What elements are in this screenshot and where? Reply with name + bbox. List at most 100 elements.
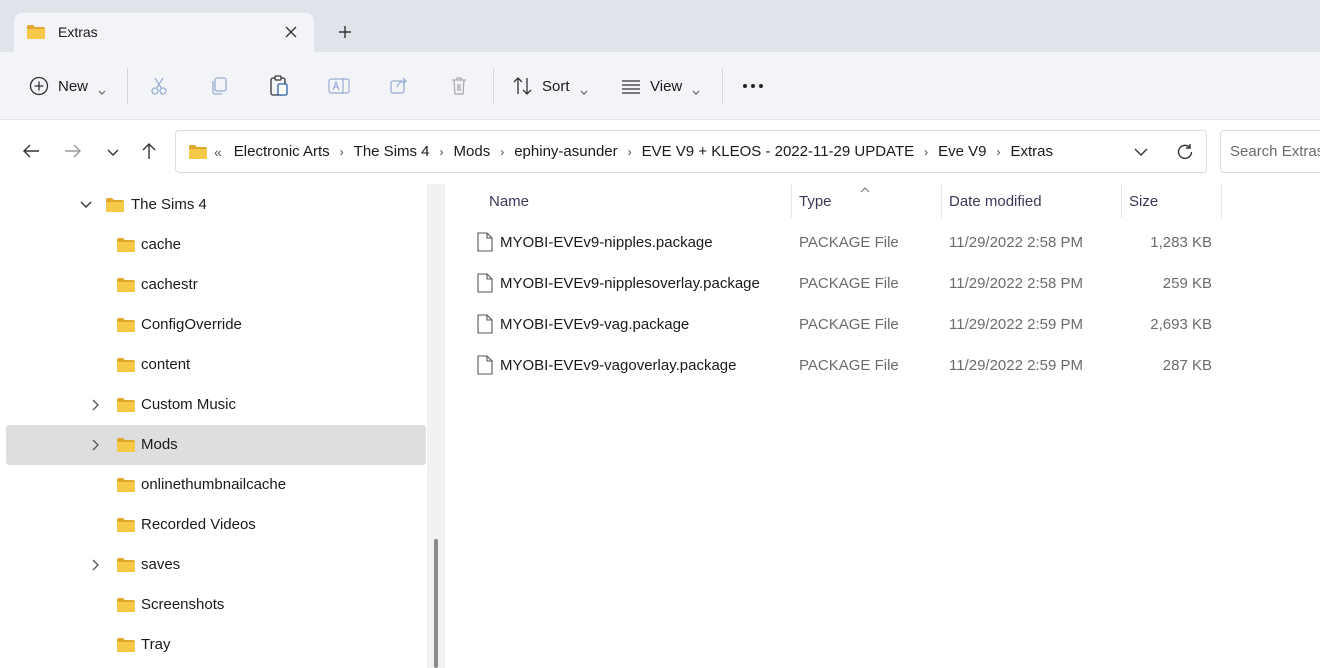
forward-button[interactable] <box>60 140 86 164</box>
tree-item-label: content <box>141 356 191 373</box>
new-button[interactable]: New <box>28 70 106 102</box>
tree-item-screenshots[interactable]: Screenshots <box>6 585 426 625</box>
toolbar-divider <box>493 68 494 104</box>
folder-icon <box>116 557 136 576</box>
tree-item-label: Custom Music <box>141 396 237 413</box>
title-bar: Extras <box>0 0 1320 52</box>
new-label: New <box>58 77 89 95</box>
delete-button[interactable] <box>448 70 470 102</box>
tab-title: Extras <box>58 24 98 40</box>
paste-button[interactable] <box>268 70 290 102</box>
folder-icon <box>116 237 136 256</box>
chevron-right-icon[interactable]: › <box>622 145 638 159</box>
column-divider[interactable] <box>1221 184 1222 218</box>
column-header-size[interactable]: Size <box>1129 184 1158 218</box>
share-button[interactable] <box>388 70 410 102</box>
back-button[interactable] <box>18 140 44 164</box>
column-header-type[interactable]: Type <box>799 184 832 218</box>
file-size: 259 KB <box>1162 275 1212 292</box>
tree-item-label: Mods <box>141 436 178 453</box>
chevron-right-icon[interactable]: › <box>991 145 1007 159</box>
file-name: MYOBI-EVEv9-nipplesoverlay.package <box>500 275 760 292</box>
refresh-icon[interactable] <box>1174 141 1196 163</box>
breadcrumb-item[interactable]: ephiny-asunder <box>510 143 621 160</box>
file-row[interactable]: MYOBI-EVEv9-nipples.package PACKAGE File… <box>473 223 1223 263</box>
breadcrumb-item[interactable]: EVE V9 + KLEOS - 2022-11-29 UPDATE <box>638 143 919 160</box>
rename-button[interactable] <box>328 70 350 102</box>
chevron-right-icon[interactable]: › <box>494 145 510 159</box>
tree-item-content[interactable]: content <box>6 345 426 385</box>
copy-button[interactable] <box>208 70 230 102</box>
cut-icon <box>148 75 170 97</box>
tree-item-the-sims-4[interactable]: The Sims 4 <box>6 185 426 225</box>
address-history-button[interactable] <box>1131 143 1151 161</box>
sort-label: Sort <box>542 77 570 95</box>
chevron-right-icon[interactable] <box>88 437 104 453</box>
chevron-right-icon[interactable] <box>88 397 104 413</box>
nav-scrollbar-thumb[interactable] <box>434 539 438 668</box>
view-button[interactable]: View <box>620 70 700 102</box>
file-date: 11/29/2022 2:59 PM <box>949 316 1083 333</box>
folder-icon <box>116 517 136 536</box>
tree-item-label: Screenshots <box>141 596 225 613</box>
tree-item-saves[interactable]: saves <box>6 545 426 585</box>
tree-item-tray[interactable]: Tray <box>6 625 426 665</box>
column-divider[interactable] <box>1121 184 1122 218</box>
column-header-name[interactable]: Name <box>489 184 529 218</box>
folder-icon <box>116 637 136 656</box>
breadcrumb-overflow[interactable]: « <box>208 144 230 160</box>
address-bar[interactable]: « Electronic Arts › The Sims 4 › Mods › … <box>175 130 1207 173</box>
column-divider[interactable] <box>941 184 942 218</box>
file-row[interactable]: MYOBI-EVEv9-nipplesoverlay.package PACKA… <box>473 264 1223 304</box>
cut-button[interactable] <box>148 70 170 102</box>
more-icon <box>742 75 764 97</box>
tree-item-onlinethumbnailcache[interactable]: onlinethumbnailcache <box>6 465 426 505</box>
arrow-left-icon <box>22 143 40 162</box>
sort-button[interactable]: Sort <box>512 70 588 102</box>
file-date: 11/29/2022 2:59 PM <box>949 357 1083 374</box>
tree-item-label: ConfigOverride <box>141 316 242 333</box>
tree-item-recorded-videos[interactable]: Recorded Videos <box>6 505 426 545</box>
breadcrumb-item[interactable]: The Sims 4 <box>350 143 434 160</box>
file-date: 11/29/2022 2:58 PM <box>949 234 1083 251</box>
command-bar: New Sort View <box>0 52 1320 120</box>
tree-item-label: The Sims 4 <box>131 196 207 213</box>
recent-locations-button[interactable] <box>100 140 126 164</box>
plus-circle-icon <box>28 75 50 97</box>
chevron-right-icon[interactable]: › <box>434 145 450 159</box>
view-label: View <box>650 77 683 95</box>
new-tab-button[interactable] <box>332 21 358 45</box>
file-icon <box>477 273 493 296</box>
sort-icon <box>512 75 534 97</box>
file-size: 287 KB <box>1162 357 1212 374</box>
search-input[interactable] <box>1230 143 1320 160</box>
file-type: PACKAGE File <box>799 275 899 292</box>
file-name: MYOBI-EVEv9-vagoverlay.package <box>500 357 737 374</box>
tree-item-configoverride[interactable]: ConfigOverride <box>6 305 426 345</box>
tree-item-cache[interactable]: cache <box>6 225 426 265</box>
file-row[interactable]: MYOBI-EVEv9-vag.package PACKAGE File 11/… <box>473 305 1223 345</box>
file-type: PACKAGE File <box>799 234 899 251</box>
breadcrumb-item[interactable]: Eve V9 <box>934 143 990 160</box>
close-icon[interactable] <box>279 21 303 43</box>
search-box[interactable] <box>1220 130 1320 173</box>
chevron-down-icon <box>692 83 700 95</box>
tree-item-mods[interactable]: Mods <box>6 425 426 465</box>
up-button[interactable] <box>136 140 162 164</box>
chevron-down-icon[interactable] <box>78 197 94 213</box>
breadcrumb-item[interactable]: Electronic Arts <box>230 143 334 160</box>
chevron-right-icon[interactable]: › <box>918 145 934 159</box>
chevron-right-icon[interactable] <box>88 557 104 573</box>
breadcrumb-item[interactable]: Extras <box>1007 143 1058 160</box>
paste-icon <box>268 75 290 97</box>
column-header-date-modified[interactable]: Date modified <box>949 184 1042 218</box>
column-divider[interactable] <box>791 184 792 218</box>
tab-extras[interactable]: Extras <box>14 13 314 52</box>
file-row[interactable]: MYOBI-EVEv9-vagoverlay.package PACKAGE F… <box>473 346 1223 386</box>
chevron-right-icon[interactable]: › <box>334 145 350 159</box>
breadcrumb-item[interactable]: Mods <box>450 143 495 160</box>
see-more-button[interactable] <box>742 70 764 102</box>
folder-icon <box>116 277 136 296</box>
tree-item-cachestr[interactable]: cachestr <box>6 265 426 305</box>
tree-item-custom-music[interactable]: Custom Music <box>6 385 426 425</box>
